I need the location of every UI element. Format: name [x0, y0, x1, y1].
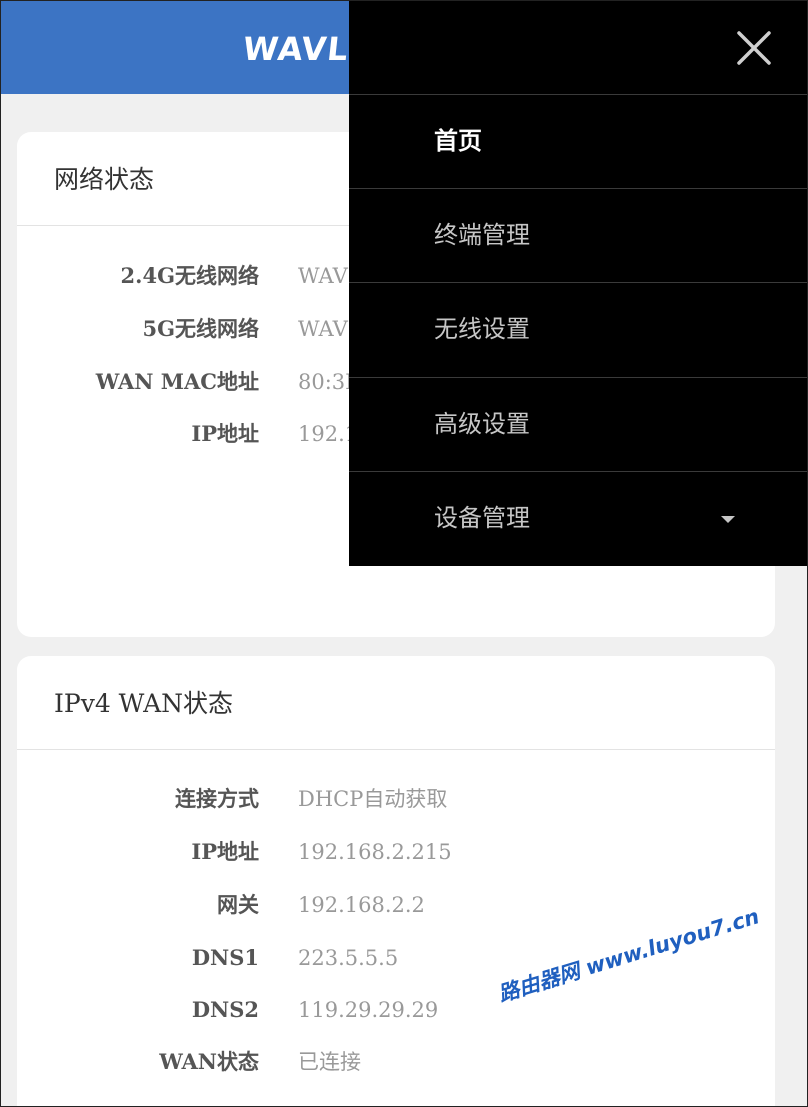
row-label: DNS2 [191, 997, 259, 1022]
menu-item-label: 终端管理 [434, 221, 530, 249]
menu-item-label: 首页 [434, 127, 482, 155]
row-label: IP地址 [191, 421, 259, 446]
card-title: 网络状态 [54, 165, 155, 194]
row-label: WAN状态 [159, 1049, 259, 1074]
menu-item-label: 高级设置 [434, 410, 530, 438]
row-label: IP地址 [191, 839, 259, 864]
row-value: 192.168.2.2 [298, 893, 425, 917]
menu-item-label: 无线设置 [434, 315, 530, 343]
menu-item-label: 设备管理 [434, 504, 530, 532]
status-row: 连接方式 DHCP自动获取 [17, 782, 775, 816]
status-row: WAN状态 已连接 [17, 1045, 775, 1079]
row-value: 223.5.5.5 [298, 946, 399, 970]
wan-status-card: IPv4 WAN状态 连接方式 DHCP自动获取 IP地址 192.168.2.… [17, 656, 775, 1106]
row-label: 连接方式 [175, 786, 259, 811]
row-value: WAV [298, 317, 348, 341]
app-frame: WAVL 网络状态 2.4G无线网络 WAV 5G无线网络 WAV WAN MA… [0, 0, 808, 1107]
nav-drawer: 首页 终端管理 无线设置 高级设置 设备管理 [349, 1, 807, 566]
row-value: WAV [298, 264, 348, 288]
status-row: DNS2 119.29.29.29 [17, 993, 775, 1027]
row-value: DHCP自动获取 [298, 787, 448, 811]
card-title: IPv4 WAN状态 [54, 689, 234, 718]
caret-down-icon[interactable] [721, 516, 735, 523]
status-row: IP地址 192.168.2.215 [17, 835, 775, 869]
menu-item-wireless-settings[interactable]: 无线设置 [349, 282, 807, 377]
menu-item-device-management[interactable]: 设备管理 [349, 471, 807, 566]
row-value: 192.168.2.215 [298, 840, 452, 864]
brand-logo[interactable]: WAVL [241, 30, 351, 68]
row-label: 2.4G无线网络 [120, 263, 259, 288]
divider [17, 749, 775, 750]
row-value: 119.29.29.29 [298, 998, 439, 1022]
menu-item-terminal-management[interactable]: 终端管理 [349, 188, 807, 283]
menu-item-home[interactable]: 首页 [349, 94, 807, 189]
row-label: WAN MAC地址 [95, 369, 259, 394]
menu-item-advanced-settings[interactable]: 高级设置 [349, 377, 807, 472]
status-row: 网关 192.168.2.2 [17, 888, 775, 922]
row-value: 已连接 [298, 1050, 361, 1074]
row-label: 5G无线网络 [142, 316, 259, 341]
close-icon[interactable] [737, 31, 771, 65]
row-label: 网关 [217, 892, 259, 917]
row-label: DNS1 [191, 945, 259, 970]
